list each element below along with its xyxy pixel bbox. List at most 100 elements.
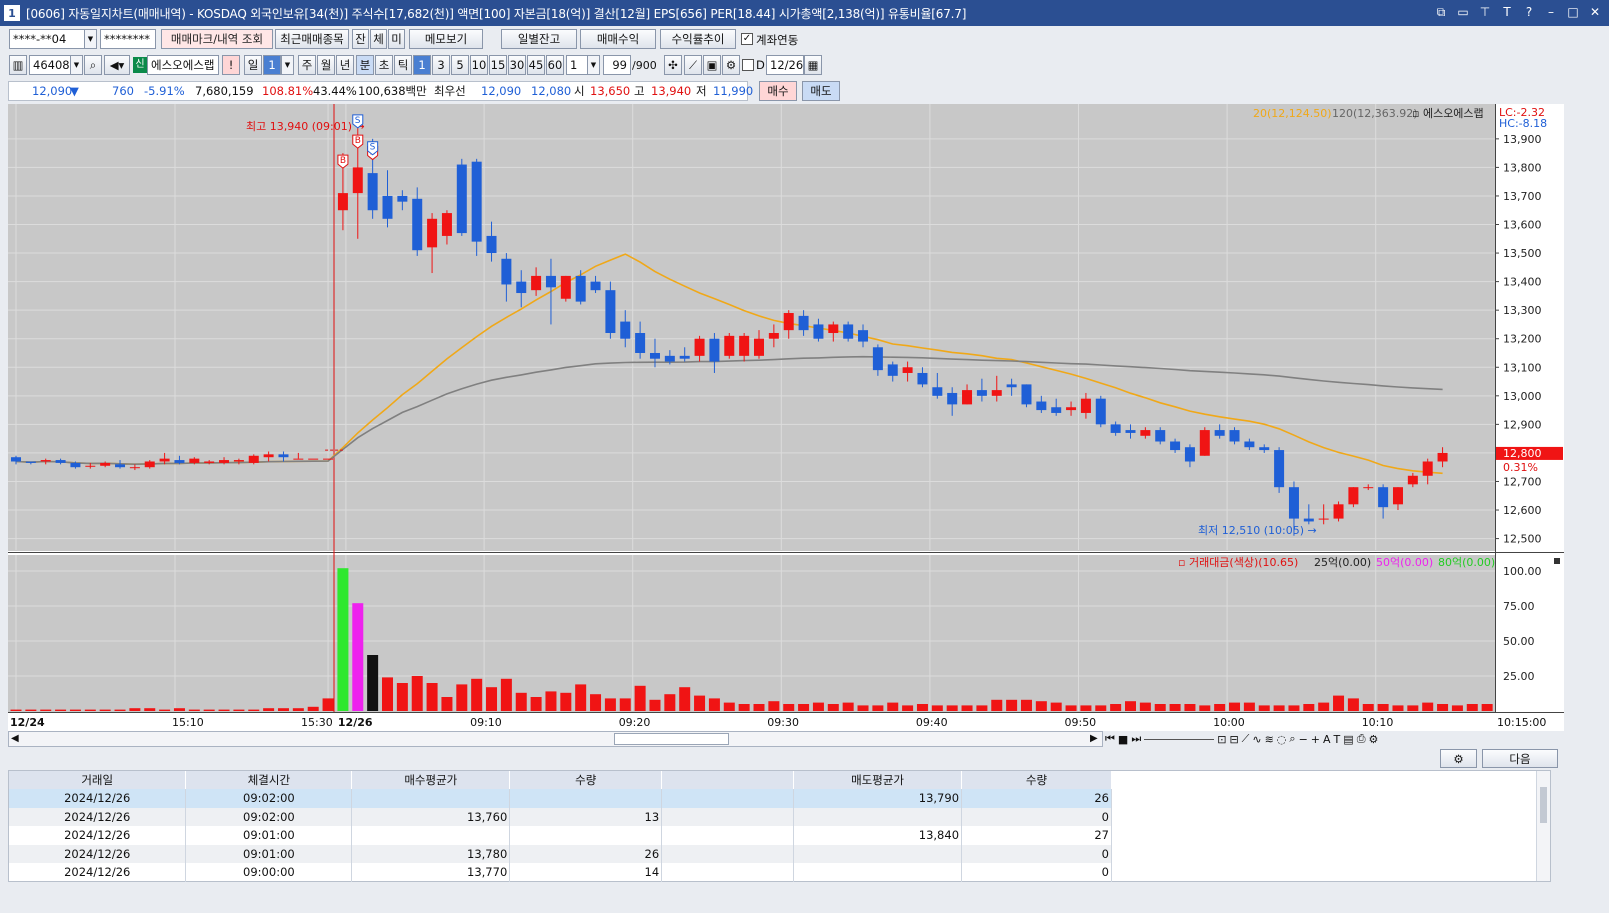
- tool-wave-icon[interactable]: ∿: [1252, 733, 1261, 746]
- text-icon[interactable]: A: [1323, 733, 1331, 746]
- close-icon[interactable]: ✕: [1587, 3, 1603, 21]
- crosshair-icon[interactable]: ✣: [664, 55, 682, 75]
- interval-5-button[interactable]: 5: [451, 55, 469, 75]
- scroll-thumb[interactable]: [614, 733, 729, 745]
- col-trade-date[interactable]: 거래일: [9, 771, 187, 789]
- period-month-button[interactable]: 월: [317, 55, 335, 75]
- period-second-button[interactable]: 초: [375, 55, 393, 75]
- table-scrollbar[interactable]: [1536, 771, 1550, 881]
- scroll-left-icon[interactable]: ◀: [11, 733, 19, 744]
- stock-code-field[interactable]: 464080: [29, 55, 71, 75]
- date-checkbox[interactable]: [742, 59, 754, 71]
- table-scroll-thumb[interactable]: [1540, 787, 1547, 823]
- table-row[interactable]: 2024/12/26 09:02:00 13,760 13 0: [9, 807, 1112, 826]
- recent-trades-button[interactable]: 최근매매종목: [275, 29, 349, 49]
- tool-shapes-icon[interactable]: ⊡: [1217, 733, 1226, 746]
- volume-tick-label: 100.00: [1503, 565, 1542, 578]
- period-dropdown-icon[interactable]: ▼: [281, 55, 294, 75]
- volume-bar: [159, 709, 171, 711]
- account-field[interactable]: ****-**04: [9, 29, 85, 49]
- period-number-field[interactable]: 1: [263, 55, 281, 75]
- date-field[interactable]: 12/26: [766, 55, 804, 75]
- copy-window-icon[interactable]: ▭: [1455, 3, 1471, 21]
- interval-15-button[interactable]: 15: [489, 55, 507, 75]
- tool-fib-icon[interactable]: ≋: [1265, 733, 1274, 746]
- period-minute-button[interactable]: 분: [356, 55, 374, 75]
- table-row[interactable]: 2024/12/26 09:00:00 13,770 14 0: [9, 863, 1112, 882]
- table-row[interactable]: 2024/12/26 09:01:00 13,780 26 0: [9, 844, 1112, 863]
- link-icon[interactable]: ⧉: [1433, 3, 1449, 21]
- settings-gear-button[interactable]: ⚙: [1440, 749, 1477, 768]
- settings-tool-icon[interactable]: ⚙: [1369, 733, 1379, 746]
- interval-1-button[interactable]: 1: [413, 55, 431, 75]
- daily-balance-button[interactable]: 일별잔고: [501, 29, 577, 49]
- profit-trend-button[interactable]: 수익률추이: [660, 29, 736, 49]
- col-sell-avg[interactable]: 매도평균가: [793, 771, 963, 789]
- layout-icon[interactable]: ▥: [9, 55, 27, 75]
- count-field[interactable]: 99: [603, 55, 631, 75]
- chart-scrollbar[interactable]: ◀ ▶: [8, 731, 1103, 747]
- stock-name-field[interactable]: 에스오에스랩: [147, 55, 219, 75]
- print-icon[interactable]: ⎙: [1357, 732, 1366, 746]
- interval-60-button[interactable]: 60: [546, 55, 564, 75]
- calendar-icon[interactable]: ▦: [804, 55, 822, 75]
- minus-icon[interactable]: −: [1299, 733, 1308, 746]
- trade-profit-button[interactable]: 매매수익: [580, 29, 656, 49]
- interval-45-button[interactable]: 45: [527, 55, 545, 75]
- font-icon[interactable]: T: [1499, 3, 1515, 21]
- rewind-icon[interactable]: ⏮: [1105, 732, 1115, 746]
- help-icon[interactable]: ?: [1521, 3, 1537, 21]
- stop-icon[interactable]: ■: [1118, 733, 1128, 746]
- col-exec-time[interactable]: 체결시간: [185, 771, 353, 789]
- next-button[interactable]: 다음: [1482, 749, 1558, 768]
- table-row[interactable]: 2024/12/26 09:02:00 13,790 26: [9, 789, 1112, 808]
- buy-button[interactable]: 매수: [759, 81, 797, 101]
- memo-button[interactable]: 메모보기: [409, 29, 483, 49]
- candlestick-chart[interactable]: 12,500 12,600 12,700 12,800 12,900 13,000 13,1…: [8, 104, 1564, 731]
- plus-icon[interactable]: +: [1311, 733, 1320, 746]
- maximize-icon[interactable]: □: [1565, 3, 1581, 21]
- executed-button[interactable]: 체: [370, 29, 387, 49]
- tool-circle-icon[interactable]: ◌: [1277, 733, 1287, 746]
- minimize-icon[interactable]: –: [1543, 3, 1559, 21]
- candle-body: [1080, 398, 1091, 413]
- tool-line-icon[interactable]: ⟋: [1242, 732, 1250, 746]
- period-week-button[interactable]: 주: [298, 55, 316, 75]
- period-day-button[interactable]: 일: [244, 55, 262, 75]
- forward-icon[interactable]: ⏭: [1131, 732, 1141, 746]
- password-field[interactable]: ********: [100, 29, 156, 49]
- sound-icon[interactable]: ◀▾: [104, 55, 130, 75]
- interval-10-button[interactable]: 10: [470, 55, 488, 75]
- sell-button[interactable]: 매도: [802, 81, 840, 101]
- table-row[interactable]: 2024/12/26 09:01:00 13,840 27: [9, 826, 1112, 845]
- balance-button[interactable]: 잔: [352, 29, 369, 49]
- scroll-right-icon[interactable]: ▶: [1090, 733, 1098, 744]
- col-sell-qty[interactable]: 수량: [961, 771, 1112, 789]
- pending-button[interactable]: 미: [388, 29, 405, 49]
- trade-mark-query-button[interactable]: 매매마크/내역 조회: [161, 29, 273, 49]
- search-icon[interactable]: ⌕: [84, 55, 102, 75]
- table-cell: [793, 844, 963, 863]
- gear-icon[interactable]: ⚙: [722, 55, 740, 75]
- trendline-icon[interactable]: ⟋: [684, 55, 702, 75]
- pin-icon[interactable]: ⊤: [1477, 3, 1493, 21]
- warning-button[interactable]: !: [222, 55, 240, 75]
- interval-select[interactable]: 1: [566, 55, 588, 75]
- zoom-slider[interactable]: [1144, 738, 1215, 740]
- code-dropdown-icon[interactable]: ▼: [70, 55, 83, 75]
- tool-pattern-icon[interactable]: ⊟: [1229, 733, 1238, 746]
- interval-3-button[interactable]: 3: [432, 55, 450, 75]
- account-link-checkbox[interactable]: ✓: [741, 33, 753, 45]
- col-buy-qty[interactable]: 수량: [509, 771, 663, 789]
- table-icon[interactable]: ▤: [1343, 733, 1353, 746]
- save-icon[interactable]: ▣: [703, 55, 721, 75]
- interval-30-button[interactable]: 30: [508, 55, 526, 75]
- account-dropdown-icon[interactable]: ▼: [84, 29, 97, 49]
- period-year-button[interactable]: 년: [336, 55, 354, 75]
- col-buy-avg[interactable]: 매수평균가: [351, 771, 511, 789]
- chart-area[interactable]: 12,500 12,600 12,700 12,800 12,900 13,000 13,1…: [8, 104, 1564, 731]
- interval-dropdown-icon[interactable]: ▼: [587, 55, 600, 75]
- zoom-icon[interactable]: ⌕: [1289, 732, 1295, 746]
- crosshair-tool-icon[interactable]: T: [1334, 733, 1341, 746]
- period-tick-button[interactable]: 틱: [394, 55, 412, 75]
